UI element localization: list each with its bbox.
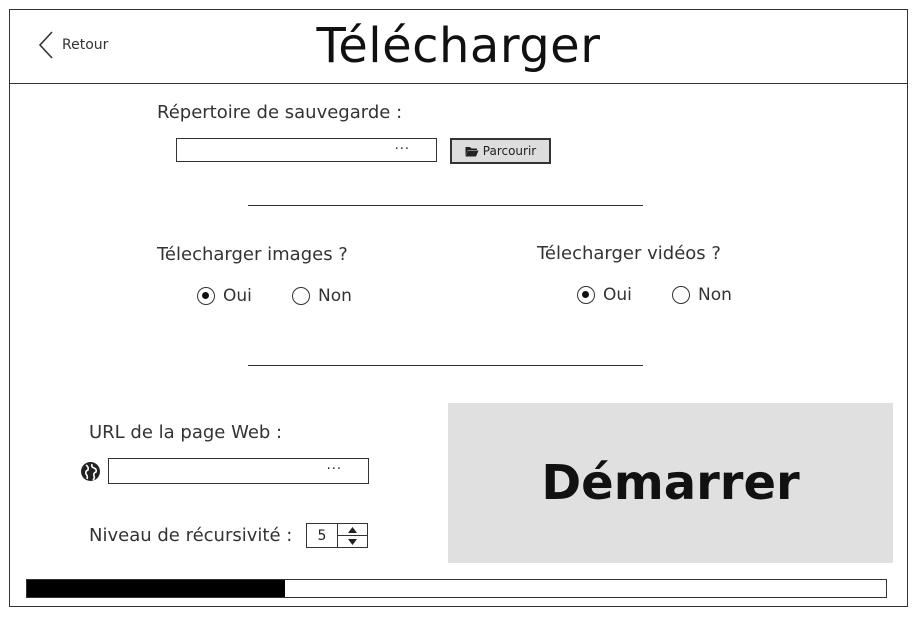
images-radio-oui[interactable]: Oui <box>197 286 252 306</box>
radio-unchecked-icon <box>292 287 310 305</box>
radio-checked-icon <box>197 287 215 305</box>
page-title: Télécharger <box>316 18 601 74</box>
radio-label: Oui <box>223 286 252 306</box>
recursion-value[interactable]: 5 <box>307 524 338 547</box>
recursion-stepper[interactable]: 5 <box>306 523 368 548</box>
globe-icon <box>81 462 100 481</box>
folder-open-icon <box>465 146 479 156</box>
stepper-buttons <box>338 524 367 547</box>
progress-fill <box>27 580 285 597</box>
save-dir-input[interactable]: ··· <box>176 138 437 162</box>
ellipsis-icon: ··· <box>394 142 410 157</box>
stepper-up-button[interactable] <box>338 524 367 536</box>
caret-up-icon <box>348 526 357 533</box>
images-question-label: Télecharger images ? <box>157 244 348 265</box>
browse-button[interactable]: Parcourir <box>450 138 551 164</box>
caret-down-icon <box>348 538 357 545</box>
radio-label: Oui <box>603 285 632 305</box>
radio-unchecked-icon <box>672 286 690 304</box>
divider <box>248 205 643 206</box>
stepper-down-button[interactable] <box>338 536 367 547</box>
recursion-label: Niveau de récursivité : <box>89 525 293 546</box>
radio-label: Non <box>698 285 732 305</box>
url-input[interactable]: ··· <box>108 458 369 484</box>
radio-label: Non <box>318 286 352 306</box>
start-button[interactable]: Démarrer <box>448 403 893 563</box>
progress-bar <box>26 579 887 598</box>
videos-radio-non[interactable]: Non <box>672 285 732 305</box>
browse-label: Parcourir <box>482 144 537 158</box>
videos-question-label: Télecharger vidéos ? <box>537 243 721 264</box>
radio-checked-icon <box>577 286 595 304</box>
videos-radio-oui[interactable]: Oui <box>577 285 632 305</box>
url-label: URL de la page Web : <box>89 422 283 443</box>
header-bar: Retour Télécharger <box>9 9 908 84</box>
save-dir-label: Répertoire de sauvegarde : <box>157 102 403 123</box>
divider <box>248 365 643 366</box>
ellipsis-icon: ··· <box>326 462 342 477</box>
images-radio-non[interactable]: Non <box>292 286 352 306</box>
